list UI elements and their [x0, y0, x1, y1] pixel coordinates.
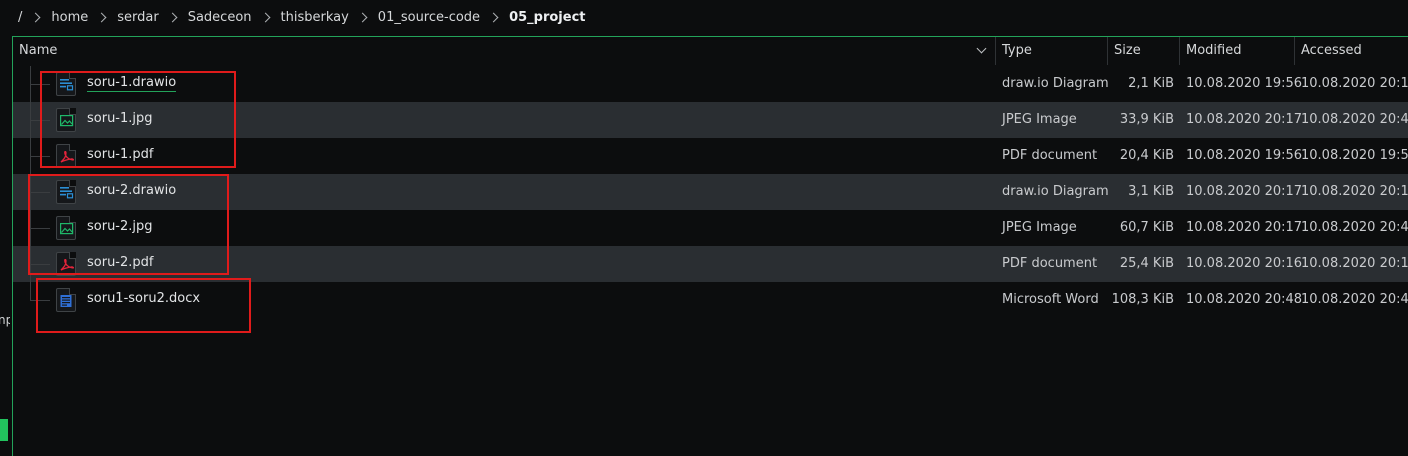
file-row[interactable]: soru-1.pdf PDF document 20,4 KiB 10.08.2…	[13, 138, 1408, 174]
chevron-right-icon	[488, 12, 499, 22]
file-size: 2,1 KiB	[1128, 76, 1174, 91]
tree-line	[30, 192, 50, 193]
file-accessed: 10.08.2020 20:46	[1301, 220, 1408, 235]
file-row[interactable]: soru-2.drawio draw.io Diagram 3,1 KiB 10…	[13, 174, 1408, 210]
breadcrumb: / home serdar Sadeceon thisberkay 01_sou…	[0, 0, 1408, 34]
tree-line	[30, 282, 31, 300]
file-accessed: 10.08.2020 20:48	[1301, 292, 1408, 307]
file-modified: 10.08.2020 20:16	[1186, 256, 1303, 271]
breadcrumb-current[interactable]: 05_project	[509, 10, 585, 25]
file-accessed: 10.08.2020 20:19	[1301, 184, 1408, 199]
file-modified: 10.08.2020 19:56	[1186, 76, 1303, 91]
breadcrumb-item-sadeceon[interactable]: Sadeceon	[188, 10, 252, 25]
file-modified: 10.08.2020 20:17	[1186, 112, 1303, 127]
file-name-cell: soru-2.jpg	[13, 210, 996, 246]
file-name-cell: soru-1.jpg	[13, 102, 996, 138]
file-name[interactable]: soru-2.drawio	[87, 183, 176, 198]
file-name-cell: soru1-soru2.docx	[13, 282, 996, 318]
file-modified: 10.08.2020 20:17	[1186, 220, 1303, 235]
file-name[interactable]: soru-1.drawio	[87, 75, 177, 92]
file-name-cell: soru-1.drawio	[13, 66, 996, 102]
tree-line	[30, 84, 50, 85]
file-modified: 10.08.2020 20:48	[1186, 292, 1303, 307]
file-type: draw.io Diagram	[1002, 184, 1109, 199]
drawio-file-icon	[56, 180, 76, 204]
file-type: PDF document	[1002, 256, 1098, 271]
chevron-right-icon	[260, 12, 270, 22]
breadcrumb-item-thisberkay[interactable]: thisberkay	[281, 10, 349, 25]
file-accessed: 10.08.2020 19:56	[1301, 148, 1408, 163]
tree-line	[30, 300, 50, 301]
file-modified: 10.08.2020 19:56	[1186, 148, 1303, 163]
file-size: 25,4 KiB	[1119, 256, 1174, 271]
column-header: Name Type Size Modified Accessed	[13, 37, 1408, 65]
column-header-accessed[interactable]: Accessed	[1295, 37, 1408, 65]
column-header-name-label: Name	[19, 43, 58, 58]
file-size: 33,9 KiB	[1119, 112, 1174, 127]
file-name-cell: soru-2.pdf	[13, 246, 996, 282]
column-header-size[interactable]: Size	[1108, 37, 1180, 65]
file-accessed: 10.08.2020 20:17	[1301, 76, 1408, 91]
breadcrumb-item-source-code[interactable]: 01_source-code	[378, 10, 480, 25]
file-type: PDF document	[1002, 148, 1098, 163]
file-name[interactable]: soru-1.jpg	[87, 111, 153, 126]
chevron-right-icon	[357, 12, 368, 22]
file-size: 20,4 KiB	[1119, 148, 1174, 163]
file-size: 108,3 KiB	[1111, 292, 1174, 307]
sidebar-active-indicator	[0, 419, 8, 441]
breadcrumb-root[interactable]: /	[18, 10, 22, 25]
file-size: 60,7 KiB	[1119, 220, 1174, 235]
file-row[interactable]: soru-1.jpg JPEG Image 33,9 KiB 10.08.202…	[13, 102, 1408, 138]
file-list-panel: Name Type Size Modified Accessed soru-1.…	[12, 36, 1408, 456]
chevron-right-icon	[30, 12, 41, 22]
file-row[interactable]: soru-1.drawio draw.io Diagram 2,1 KiB 10…	[13, 66, 1408, 102]
file-list: soru-1.drawio draw.io Diagram 2,1 KiB 10…	[13, 66, 1408, 318]
file-name-cell: soru-2.drawio	[13, 174, 996, 210]
breadcrumb-item-serdar[interactable]: serdar	[117, 10, 158, 25]
file-accessed: 10.08.2020 20:46	[1301, 112, 1408, 127]
file-type: Microsoft Word	[1002, 292, 1099, 307]
tree-line	[30, 228, 50, 229]
word-file-icon	[56, 288, 76, 312]
tree-line	[30, 264, 50, 265]
file-type: JPEG Image	[1002, 112, 1077, 127]
column-header-name[interactable]: Name	[13, 37, 996, 65]
image-file-icon	[56, 216, 76, 240]
file-row[interactable]: soru1-soru2.docx Microsoft Word 108,3 Ki…	[13, 282, 1408, 318]
file-size: 3,1 KiB	[1128, 184, 1174, 199]
tree-line	[30, 120, 50, 121]
column-header-modified[interactable]: Modified	[1180, 37, 1295, 65]
file-name[interactable]: soru1-soru2.docx	[87, 291, 200, 306]
drawio-file-icon	[56, 72, 76, 96]
breadcrumb-item-home[interactable]: home	[51, 10, 88, 25]
file-accessed: 10.08.2020 20:17	[1301, 256, 1408, 271]
file-modified: 10.08.2020 20:17	[1186, 184, 1303, 199]
chevron-right-icon	[96, 12, 107, 22]
tree-line	[30, 156, 50, 157]
file-name[interactable]: soru-2.pdf	[87, 255, 154, 270]
pdf-file-icon	[56, 144, 76, 168]
chevron-right-icon	[167, 12, 178, 22]
file-type: JPEG Image	[1002, 220, 1077, 235]
file-row[interactable]: soru-2.jpg JPEG Image 60,7 KiB 10.08.202…	[13, 210, 1408, 246]
sidebar-edge: np	[0, 36, 11, 451]
file-name[interactable]: soru-1.pdf	[87, 147, 154, 162]
file-type: draw.io Diagram	[1002, 76, 1109, 91]
image-file-icon	[56, 108, 76, 132]
file-name-cell: soru-1.pdf	[13, 138, 996, 174]
column-header-type[interactable]: Type	[996, 37, 1108, 65]
file-row[interactable]: soru-2.pdf PDF document 25,4 KiB 10.08.2…	[13, 246, 1408, 282]
chevron-down-icon[interactable]	[976, 43, 987, 54]
pdf-file-icon	[56, 252, 76, 276]
file-name[interactable]: soru-2.jpg	[87, 219, 153, 234]
sidebar-cut-label[interactable]: np	[0, 313, 10, 327]
